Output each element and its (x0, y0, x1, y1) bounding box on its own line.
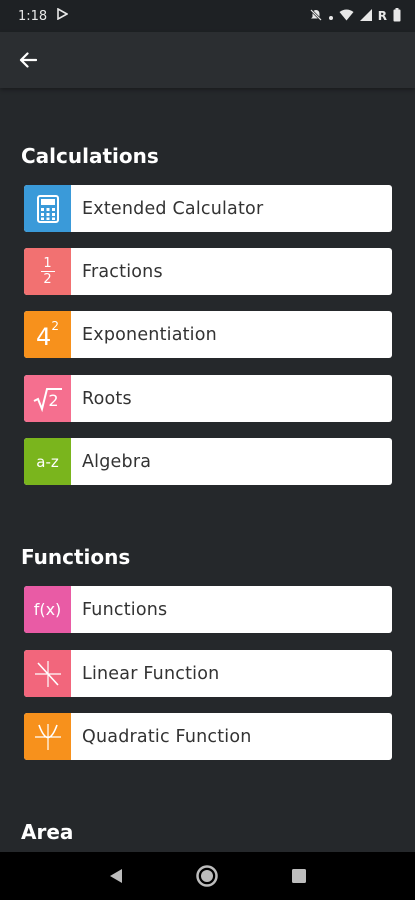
menu-item-functions[interactable]: f(x) Functions (24, 586, 392, 633)
fraction-numerator: 1 (43, 255, 52, 271)
dot-icon (328, 9, 333, 23)
algebra-icon-text: a-z (36, 452, 59, 471)
exponent-icon: 4 2 (24, 311, 71, 358)
section-title-functions: Functions (21, 545, 131, 569)
nav-home-button[interactable] (187, 856, 227, 896)
menu-item-quadratic-function[interactable]: Quadratic Function (24, 713, 392, 760)
section-title-calculations: Calculations (21, 144, 159, 168)
menu-item-extended-calculator[interactable]: Extended Calculator (24, 185, 392, 232)
linear-graph-icon (24, 650, 71, 697)
parabola-graph-icon (24, 713, 71, 760)
nav-back-button[interactable] (96, 856, 136, 896)
algebra-icon: a-z (24, 438, 71, 485)
system-nav-bar (0, 852, 415, 900)
function-icon: f(x) (24, 586, 71, 633)
square-recents-icon (292, 869, 307, 883)
fraction-denominator: 2 (43, 272, 52, 288)
status-time: 1:18 (18, 8, 48, 24)
menu-item-fractions[interactable]: 1 2 Fractions (24, 248, 392, 295)
menu-item-label: Roots (82, 388, 132, 409)
calculator-icon (24, 185, 71, 232)
menu-item-label: Extended Calculator (82, 198, 264, 219)
circle-home-icon (196, 865, 219, 887)
nav-recents-button[interactable] (279, 856, 319, 896)
menu-item-roots[interactable]: 2 Roots (24, 375, 392, 422)
menu-item-algebra[interactable]: a-z Algebra (24, 438, 392, 485)
mute-icon (309, 8, 323, 25)
wifi-icon (339, 9, 354, 24)
exponent-power: 2 (51, 318, 59, 333)
menu-item-label: Fractions (82, 261, 163, 282)
signal-icon (359, 8, 372, 24)
section-title-area: Area (21, 820, 74, 844)
battery-icon (393, 7, 401, 25)
root-radicand: 2 (48, 391, 59, 410)
exponent-base: 4 (36, 322, 52, 351)
back-button[interactable] (0, 32, 56, 88)
triangle-back-icon (109, 869, 122, 883)
roaming-indicator: R (377, 9, 387, 23)
play-store-icon (57, 7, 69, 24)
menu-item-linear-function[interactable]: Linear Function (24, 650, 392, 697)
menu-item-label: Algebra (82, 451, 152, 472)
menu-content: Calculations Extended Calculator 1 2 Fra… (0, 88, 415, 852)
fraction-icon: 1 2 (24, 248, 71, 295)
app-bar (0, 32, 415, 88)
menu-item-label: Exponentiation (82, 324, 217, 345)
square-root-icon: 2 (24, 375, 71, 422)
menu-item-label: Functions (82, 599, 168, 620)
status-bar: 1:18 R (0, 0, 415, 32)
function-icon-text: f(x) (33, 600, 62, 619)
arrow-left-icon (19, 52, 37, 68)
menu-item-label: Linear Function (82, 663, 220, 684)
menu-item-label: Quadratic Function (82, 726, 252, 747)
menu-item-exponentiation[interactable]: 4 2 Exponentiation (24, 311, 392, 358)
